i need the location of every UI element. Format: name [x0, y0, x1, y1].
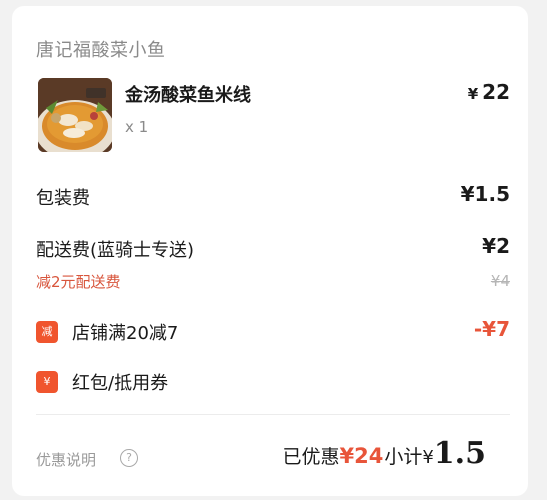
coupon-badge-icon: ¥: [36, 371, 58, 393]
order-card: 唐记福酸菜小鱼 金汤酸菜鱼米线 x 1 ¥22 包装费 ¥1.5 配送费(蓝骑士…: [12, 6, 528, 496]
order-summary: 已优惠 ¥24 小计 ¥ 1.5: [282, 436, 486, 471]
item-price-currency: ¥: [467, 85, 479, 103]
delivery-original-fee: ¥4: [490, 272, 510, 290]
total-amount: 1.5: [433, 436, 486, 471]
total-currency: ¥: [422, 447, 434, 468]
delivery-discount-label: 减2元配送费: [36, 273, 121, 291]
divider: [36, 414, 510, 415]
food-photo-icon: [38, 78, 112, 152]
packaging-fee-value: ¥1.5: [460, 182, 510, 206]
item-price-value: 22: [482, 80, 510, 104]
packaging-fee-label: 包装费: [36, 188, 90, 209]
store-discount-value: -¥7: [473, 317, 510, 341]
discount-note-link[interactable]: 优惠说明: [36, 449, 96, 470]
help-icon[interactable]: ?: [120, 449, 138, 467]
shop-name[interactable]: 唐记福酸菜小鱼: [36, 36, 166, 62]
delivery-fee-label: 配送费(蓝骑士专送): [36, 240, 195, 261]
item-name: 金汤酸菜鱼米线: [125, 85, 251, 106]
saved-label: 已优惠: [282, 446, 340, 468]
saved-amount: ¥24: [339, 444, 384, 468]
delivery-fee-value: ¥2: [482, 234, 510, 258]
item-quantity: x 1: [125, 118, 149, 136]
store-discount-label: 店铺满20减7: [72, 323, 179, 344]
subtotal-label: 小计: [384, 446, 423, 468]
coupon-label[interactable]: 红包/抵用券: [72, 369, 168, 395]
item-price: ¥22: [468, 80, 510, 104]
discount-badge-icon: 减: [36, 321, 58, 343]
